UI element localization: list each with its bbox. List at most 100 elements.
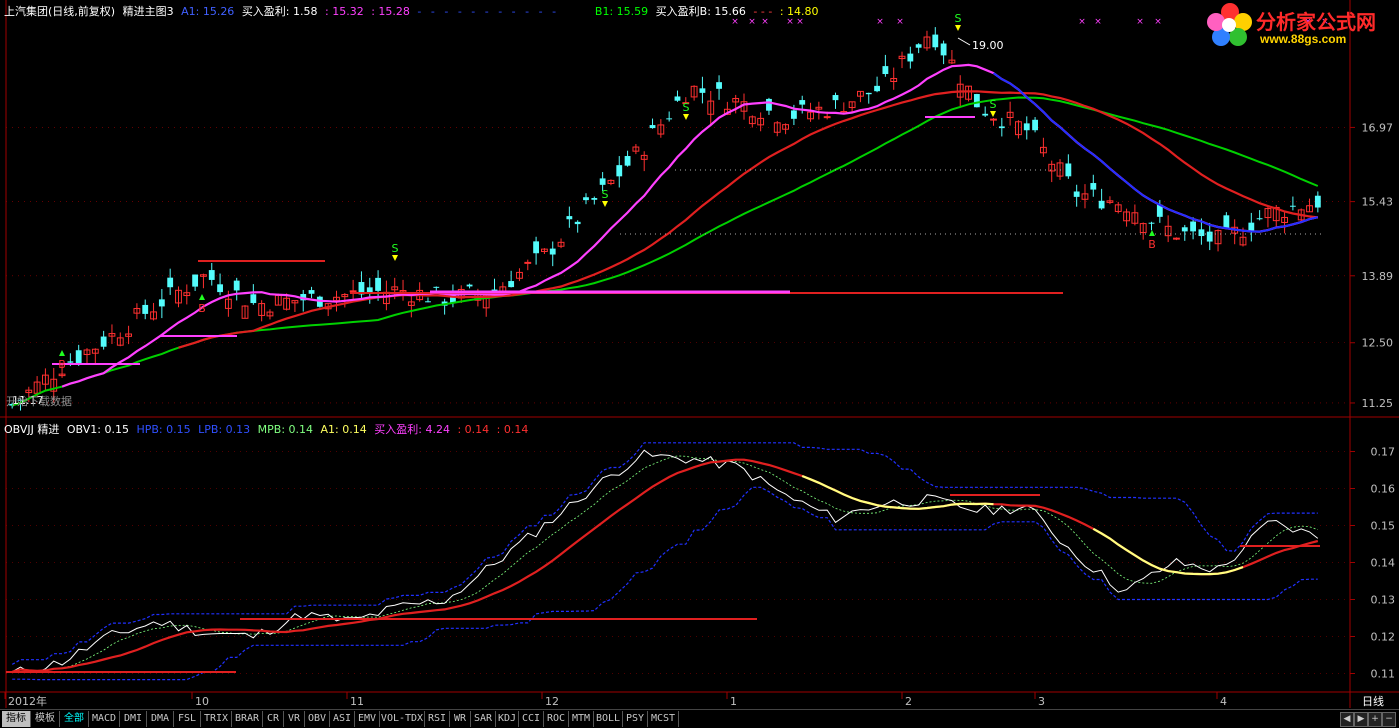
indicator-tab-dma[interactable]: DMA <box>147 711 174 727</box>
candle-body-down <box>1198 229 1205 237</box>
sell-arrow-icon <box>955 25 961 31</box>
obv-ma-line <box>11 458 1319 673</box>
scroll-right-icon[interactable]: ▶ <box>1354 712 1368 727</box>
indicator-tab-wr[interactable]: WR <box>450 711 471 727</box>
candle-body-down <box>1032 119 1038 131</box>
indicator-tab-emv[interactable]: EMV <box>355 711 380 727</box>
time-axis-label: 1 <box>730 695 737 708</box>
indicator-tab-fsl[interactable]: FSL <box>174 711 201 727</box>
candle-body-down <box>508 281 515 288</box>
indicator-tab-mtm[interactable]: MTM <box>569 711 594 727</box>
candle-body-up <box>349 290 357 293</box>
candle-body-down <box>998 126 1005 129</box>
lpb-value: LPB: 0.13 <box>198 423 251 436</box>
obv-lpb-line <box>12 486 1318 681</box>
candle-body-down <box>674 96 681 101</box>
candle-body-down <box>549 248 556 255</box>
time-axis-label: 11 <box>350 695 364 708</box>
indicator-tab-obv[interactable]: OBV <box>305 711 330 727</box>
stock-title[interactable]: 上汽集团(日线,前复权) <box>4 5 115 18</box>
candle-body-down <box>865 92 872 95</box>
obv-ma-yellow-segment <box>801 474 994 510</box>
candle-body-down <box>466 284 473 287</box>
top-marker-icon: × <box>1154 17 1162 27</box>
candle-body-down <box>1090 183 1097 190</box>
sub-chart-header: OBVJJ 精进 OBV1: 0.15 HPB: 0.15 LPB: 0.13 … <box>4 421 532 437</box>
indicator-tab-asi[interactable]: ASI <box>330 711 355 727</box>
indicator-tab-rsi[interactable]: RSI <box>425 711 450 727</box>
indicator-tab-roc[interactable]: ROC <box>544 711 569 727</box>
indicator-tab-cci[interactable]: CCI <box>519 711 544 727</box>
candle-body-down <box>649 125 656 129</box>
indicator-tab-kdj[interactable]: KDJ <box>496 711 519 727</box>
candle-body-down <box>874 85 880 92</box>
candle-body-down <box>425 301 431 303</box>
zoom-out-icon[interactable]: − <box>1382 712 1396 727</box>
time-axis-label: 12 <box>545 695 559 708</box>
indicator-name[interactable]: OBVJJ 精进 <box>4 423 59 436</box>
indicator-tab-brar[interactable]: BRAR <box>232 711 263 727</box>
candle-body-up <box>524 261 532 264</box>
candle-body-down <box>217 284 223 293</box>
candle-body-down <box>699 88 706 93</box>
sell-arrow-icon <box>392 255 398 261</box>
flower-logo-icon <box>1207 3 1252 46</box>
price-axis-label: 11.25 <box>1362 397 1394 410</box>
candle-body-down <box>1073 191 1080 197</box>
obv-axis-label: 0.14 <box>1371 557 1396 570</box>
candle-body-down <box>982 113 989 116</box>
candle-body-down <box>158 299 165 307</box>
peak-price-label: 19.00 <box>972 39 1004 52</box>
zoom-in-icon[interactable]: + <box>1368 712 1382 727</box>
sell-arrow-icon <box>990 111 996 117</box>
buy-profit-value: 买入盈利: 1.58 <box>241 5 318 18</box>
indicator-tab-vr[interactable]: VR <box>284 711 305 727</box>
obv-line <box>11 449 1319 673</box>
indicator-tab-sar[interactable]: SAR <box>471 711 496 727</box>
indicator-tab-mcst[interactable]: MCST <box>648 711 679 727</box>
candle-body-down <box>308 290 315 294</box>
logo-text: 分析家公式网 <box>1256 10 1376 34</box>
buy-arrow-icon <box>1149 230 1155 236</box>
download-note: 开始下载数据 <box>6 394 72 408</box>
header-dash2: - - - <box>753 5 773 18</box>
candle-body-down <box>591 198 598 200</box>
ma-red-line <box>178 90 1318 349</box>
candle-body-down <box>566 216 573 220</box>
indicator-tab-[interactable]: 模板 <box>31 711 60 727</box>
indicator-tab-psy[interactable]: PSY <box>623 711 648 727</box>
candle-body-down <box>799 100 806 105</box>
indicator-tab-cr[interactable]: CR <box>263 711 284 727</box>
candle-body-down <box>142 304 149 314</box>
scroll-left-icon[interactable]: ◀ <box>1340 712 1354 727</box>
buy-signal-label: B <box>1148 238 1156 251</box>
time-axis-label: 2 <box>905 695 912 708</box>
price-axis-label: 13.89 <box>1362 270 1394 283</box>
indicator-tab-boll[interactable]: BOLL <box>594 711 623 727</box>
time-axis-label: 3 <box>1038 695 1045 708</box>
indicator-tab-[interactable]: 指标 <box>2 711 31 727</box>
price-axis-label: 15.43 <box>1362 196 1394 209</box>
indicator-tab-voltdx[interactable]: VOL-TDX <box>380 711 425 727</box>
candle-body-down <box>208 270 215 280</box>
sell-signal-label: S <box>683 101 690 114</box>
candle-body-down <box>1223 215 1230 229</box>
site-logo[interactable]: 分析家公式网 www.88gs.com <box>1206 2 1396 48</box>
top-marker-icon: × <box>876 17 884 27</box>
sub-v1: : 0.14 <box>457 423 490 436</box>
candle-body-down <box>433 286 440 288</box>
indicator-tab-macd[interactable]: MACD <box>89 711 120 727</box>
candle-body-down <box>1023 123 1030 131</box>
indicator-tab-[interactable]: 全部 <box>60 711 89 727</box>
buy-arrow-icon <box>199 294 205 300</box>
candle-body-down <box>1190 221 1197 232</box>
time-axis-label: 4 <box>1220 695 1227 708</box>
obv1-value: OBV1: 0.15 <box>66 423 129 436</box>
formula-name[interactable]: 精进主图3 <box>123 5 174 18</box>
candle-body-down <box>375 277 381 291</box>
a1-sub-value: A1: 0.14 <box>320 423 367 436</box>
indicator-tab-dmi[interactable]: DMI <box>120 711 147 727</box>
obv-hpb-line <box>11 442 1318 665</box>
indicator-tab-trix[interactable]: TRIX <box>201 711 232 727</box>
logo-url: www.88gs.com <box>1260 32 1347 46</box>
